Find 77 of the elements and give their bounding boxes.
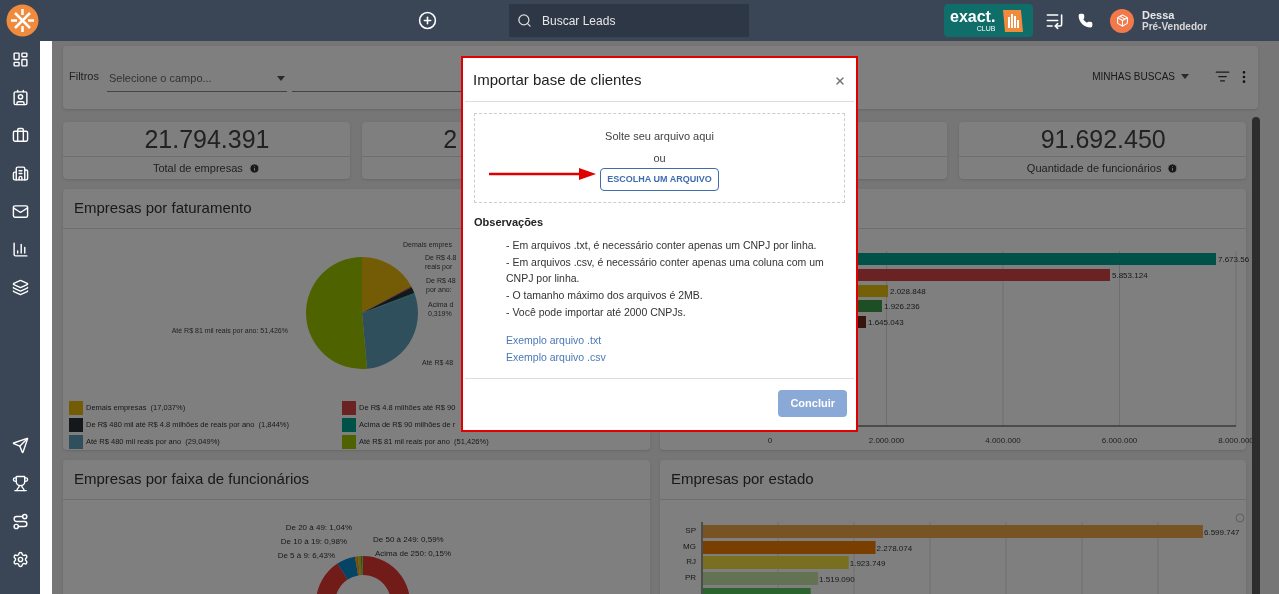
briefcase-icon[interactable]: [11, 127, 29, 144]
or-text: ou: [653, 150, 666, 166]
slice-label: De 5 à 9: 6,43%: [277, 551, 335, 560]
note-text: - Em arquivos .txt, é necessário conter apenas um CNPJ por linha.: [506, 237, 817, 253]
stat-value: 21.794.391: [144, 126, 270, 152]
trophy-icon[interactable]: [11, 475, 29, 492]
axis-tick-label: 0: [767, 436, 773, 445]
info-icon[interactable]: [1167, 162, 1179, 174]
bar-value-label: 2.278.074: [876, 544, 913, 553]
search-field[interactable]: Buscar Leads: [509, 4, 749, 37]
axis-category-label: SP: [685, 526, 696, 535]
card-title: Empresas por faixa de funcionários: [74, 469, 310, 490]
example-file-link[interactable]: Exemplo arquivo .txt: [506, 331, 602, 349]
slice-label: De 20 à 49: 1,04%: [285, 523, 352, 532]
bar-value-label: 7.673.56: [1218, 255, 1250, 264]
queue-list-icon[interactable]: [1045, 11, 1064, 30]
axis-tick-label: 4.000.000: [985, 436, 1021, 445]
dashboard-icon[interactable]: [11, 51, 29, 68]
scrollbar[interactable]: [1252, 117, 1260, 594]
filter-icon[interactable]: [1215, 69, 1230, 84]
user-role: Pré-Vendedor: [1142, 20, 1208, 33]
stat-label: Total de empresas: [152, 160, 243, 176]
logo-icon[interactable]: [6, 4, 39, 37]
stat-value: 2: [443, 126, 458, 152]
example-file-link[interactable]: Exemplo arquivo .csv: [506, 348, 606, 366]
building-icon[interactable]: [11, 165, 29, 182]
drop-hint: Solte seu arquivo aqui: [605, 129, 714, 144]
brand-name: exact.: [950, 9, 996, 25]
layers-icon[interactable]: [11, 279, 29, 296]
add-icon[interactable]: [418, 11, 437, 30]
slice-label: Acima de 250: 0,15%: [375, 549, 452, 558]
bar-value-label: 5.853.124: [1112, 271, 1148, 280]
contact-card-icon[interactable]: [11, 89, 29, 106]
stat-label: Quantidade de funcionários: [1026, 160, 1162, 176]
send-icon[interactable]: [11, 437, 29, 454]
caret-icon: [1181, 74, 1189, 79]
slice-label: De 50 à 249: 0,59%: [373, 535, 444, 544]
note-text: - Você pode importar até 2000 CNPJs.: [506, 304, 686, 320]
field-select[interactable]: Selecione o campo...: [106, 65, 287, 92]
bar-value-label: 1.645.043: [868, 318, 904, 327]
axis-tick-label: 2.000.000: [868, 436, 905, 445]
bar-value-label: 6.599.747: [1204, 528, 1240, 537]
settings-icon[interactable]: [11, 551, 29, 568]
bar-chart-icon[interactable]: [11, 241, 29, 258]
avatar[interactable]: [1110, 8, 1134, 33]
search-icon: [517, 13, 532, 28]
info-icon[interactable]: [248, 162, 260, 174]
search-placeholder: Buscar Leads: [542, 12, 616, 30]
bar-value-label: 2.028.848: [890, 287, 926, 296]
zoom-handle[interactable]: [1235, 513, 1245, 523]
saved-searches-button[interactable]: MINHAS BUSCAS: [1092, 69, 1189, 84]
card-title: Empresas por estado: [671, 469, 814, 490]
stat-value: 91.692.450: [1040, 126, 1166, 152]
note-text: - Em arquivos .csv, é necessário conter apenas uma coluna com um CNPJ por linha.: [506, 254, 825, 286]
caret-icon: [276, 75, 285, 81]
note-text: - O tamanho máximo dos arquivos é 2MB.: [506, 287, 703, 303]
bar-value-label: 1.923.749: [849, 559, 886, 568]
close-icon[interactable]: [834, 74, 846, 87]
bar-value-label: 1.519.090: [819, 575, 855, 584]
user-name: Dessa: [1142, 8, 1176, 21]
mail-icon[interactable]: [11, 203, 29, 220]
axis-category-label: PR: [684, 573, 696, 582]
route-icon[interactable]: [11, 513, 29, 530]
box-icon: [1115, 14, 1129, 27]
select-placeholder: Selecione o campo...: [108, 70, 212, 86]
axis-category-label: RJ: [686, 557, 696, 566]
slice-label: De 10 à 19: 0,98%: [280, 537, 347, 546]
notes-title: Observações: [474, 215, 545, 230]
bar-value-label: 1.926.236: [884, 302, 920, 311]
filter-label: Filtros: [69, 69, 99, 85]
dialog-title: Importar base de clientes: [473, 70, 642, 91]
card-title: Empresas por faturamento: [74, 198, 252, 219]
drop-zone[interactable]: Solte seu arquivo aqui ou ESCOLHA UM ARQUIVO: [474, 113, 845, 203]
axis-tick-label: 6.000.000: [1101, 436, 1138, 445]
phone-icon[interactable]: [1078, 13, 1093, 28]
axis-category-label: MG: [683, 542, 696, 551]
choose-file-button[interactable]: ESCOLHA UM ARQUIVO: [600, 168, 719, 191]
